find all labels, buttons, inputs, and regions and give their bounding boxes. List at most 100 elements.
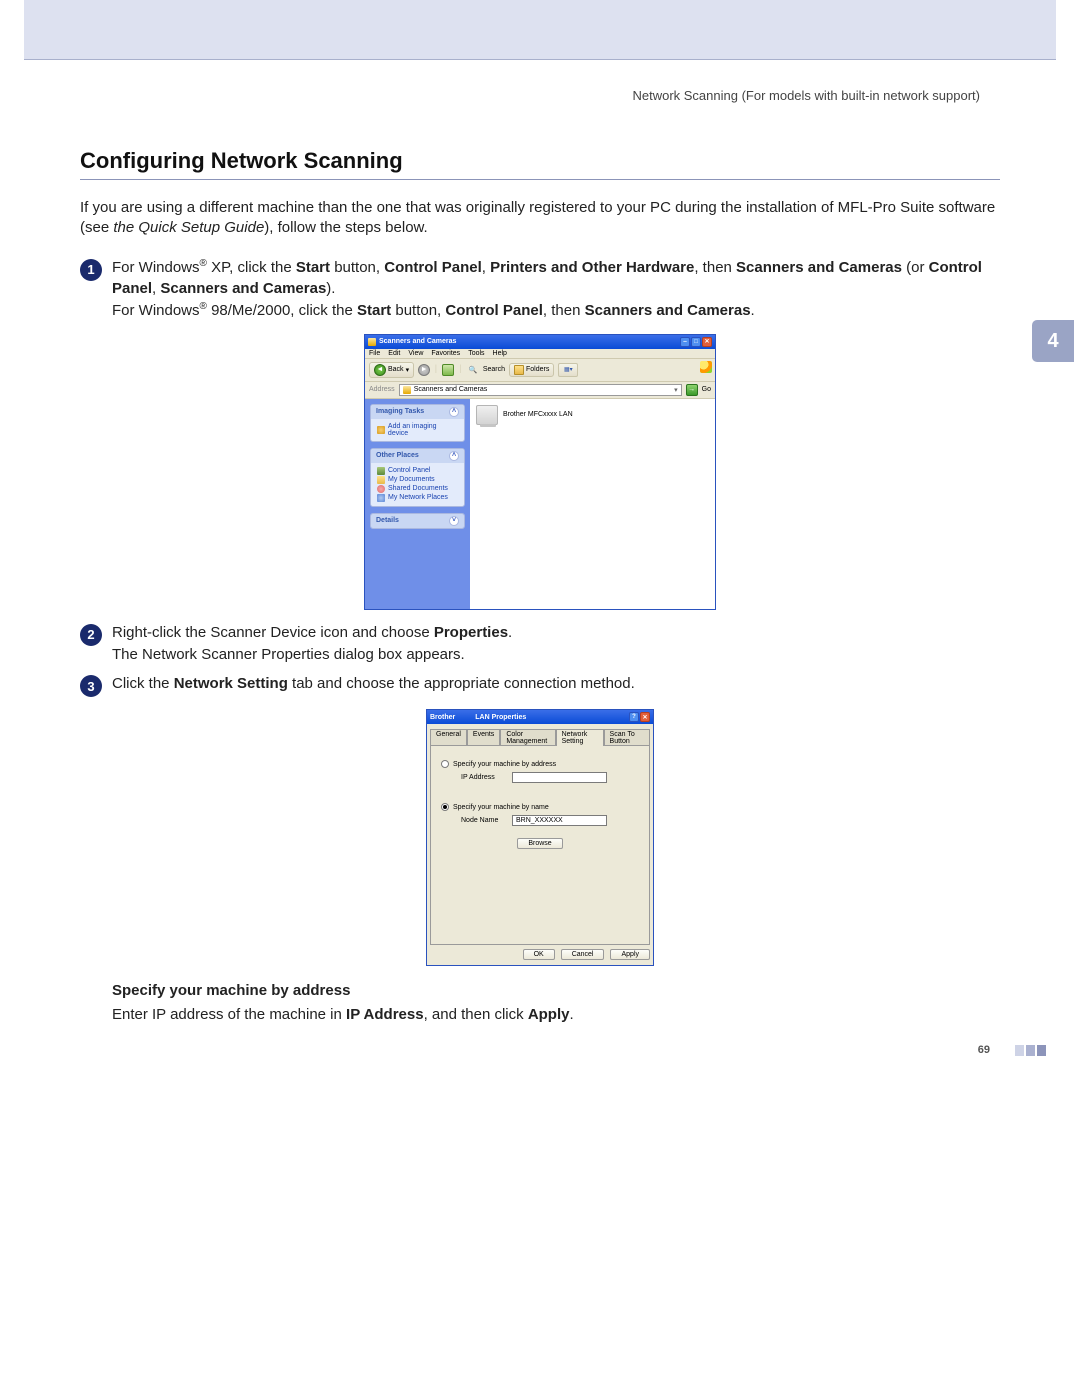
text: . — [569, 1006, 573, 1023]
menu-tools[interactable]: Tools — [468, 350, 484, 357]
bold: Scanners and Cameras — [736, 259, 902, 276]
ip-address-label: IP Address — [461, 774, 506, 781]
registered-symbol: ® — [200, 258, 207, 269]
back-dropdown-icon: ▾ — [406, 366, 410, 374]
menu-help[interactable]: Help — [493, 350, 507, 357]
address-label: Address — [369, 386, 395, 393]
subsection-specify-address: Specify your machine by address Enter IP… — [112, 980, 1000, 1026]
tab-general[interactable]: General — [430, 729, 467, 746]
bold: Apply — [528, 1006, 570, 1023]
radio-by-name[interactable]: Specify your machine by name — [441, 803, 639, 811]
top-header-bar — [24, 0, 1056, 60]
folder-icon — [514, 365, 524, 375]
folders-button[interactable]: Folders — [509, 363, 554, 377]
text: (or — [902, 259, 929, 276]
control-panel-link[interactable]: Control Panel — [377, 467, 458, 475]
subsection-title: Specify your machine by address — [112, 980, 1000, 1002]
text: tab and choose the appropriate connectio… — [288, 675, 635, 692]
text: For Windows — [112, 259, 200, 276]
address-dropdown-icon[interactable]: ▾ — [674, 386, 678, 394]
text: . — [751, 302, 755, 319]
radio-label: Specify your machine by address — [453, 761, 556, 768]
step-1-body: For Windows® XP, click the Start button,… — [112, 257, 1000, 322]
radio-icon — [441, 803, 449, 811]
cancel-button[interactable]: Cancel — [561, 949, 605, 960]
control-panel-icon — [377, 467, 385, 475]
window-titlebar[interactable]: Scanners and Cameras ‒ □ ✕ — [365, 335, 715, 349]
bold: IP Address — [346, 1006, 424, 1023]
tab-scan-to-button[interactable]: Scan To Button — [604, 729, 650, 746]
tab-color-management[interactable]: Color Management — [500, 729, 555, 746]
scanners-cameras-window: Scanners and Cameras ‒ □ ✕ File Edit Vie… — [364, 334, 716, 610]
footer-decoration — [1015, 1045, 1046, 1056]
views-button[interactable]: ▦▾ — [558, 363, 578, 377]
back-button[interactable]: ◄ Back ▾ — [369, 362, 414, 378]
shared-folder-icon — [377, 485, 385, 493]
minimize-button[interactable]: ‒ — [680, 337, 690, 347]
help-button[interactable]: ? — [629, 712, 639, 722]
text: button, — [391, 302, 445, 319]
text: For Windows — [112, 302, 200, 319]
node-name-input[interactable]: BRN_XXXXXX — [512, 815, 607, 826]
link-label: Shared Documents — [388, 485, 448, 492]
intro-text-2: ), follow the steps below. — [264, 219, 427, 236]
step-1: 1 For Windows® XP, click the Start butto… — [80, 257, 1000, 322]
search-button[interactable]: Search — [483, 366, 505, 373]
text: , — [482, 259, 490, 276]
ok-button[interactable]: OK — [523, 949, 555, 960]
text: Enter IP address of the machine in — [112, 1006, 346, 1023]
toolbar-separator: │ — [458, 366, 462, 373]
text: , then — [543, 302, 585, 319]
collapse-icon[interactable]: ˄ — [449, 451, 459, 461]
bold: Start — [296, 259, 330, 276]
go-label: Go — [702, 386, 711, 393]
back-label: Back — [388, 366, 404, 373]
up-folder-button[interactable] — [442, 364, 454, 376]
radio-icon — [441, 760, 449, 768]
section-title: Configuring Network Scanning — [80, 148, 1000, 180]
close-button[interactable]: ✕ — [702, 337, 712, 347]
radio-by-address[interactable]: Specify your machine by address — [441, 760, 639, 768]
browse-button[interactable]: Browse — [517, 838, 562, 849]
tab-events[interactable]: Events — [467, 729, 500, 746]
text: The Network Scanner Properties dialog bo… — [112, 646, 465, 663]
other-places-panel: Other Places ˄ Control Panel My Document… — [370, 448, 465, 507]
network-places-link[interactable]: My Network Places — [377, 494, 458, 502]
bold: Control Panel — [445, 302, 543, 319]
apply-button[interactable]: Apply — [610, 949, 650, 960]
windows-logo-icon — [700, 361, 712, 373]
dialog-title: LAN Properties — [475, 714, 526, 721]
forward-button[interactable]: ► — [418, 364, 430, 376]
menu-favorites[interactable]: Favorites — [431, 350, 460, 357]
shared-documents-link[interactable]: Shared Documents — [377, 485, 458, 493]
registered-symbol: ® — [200, 301, 207, 312]
text: . — [508, 624, 512, 641]
scanner-device-item[interactable]: Brother MFCxxxx LAN — [476, 405, 606, 425]
link-label: My Documents — [388, 476, 435, 483]
window-icon — [368, 338, 376, 346]
brand-label: Brother — [430, 714, 455, 721]
link-label: My Network Places — [388, 494, 448, 501]
dialog-titlebar[interactable]: Brother LAN Properties ? ✕ — [427, 710, 653, 724]
menu-edit[interactable]: Edit — [388, 350, 400, 357]
close-button[interactable]: ✕ — [640, 712, 650, 722]
tab-network-setting[interactable]: Network Setting — [556, 729, 604, 746]
bold: Printers and Other Hardware — [490, 259, 694, 276]
add-imaging-device-link[interactable]: Add an imaging device — [377, 423, 458, 437]
text: 98/Me/2000, click the — [207, 302, 357, 319]
chapter-header-text: Network Scanning (For models with built-… — [0, 88, 980, 103]
ip-address-input[interactable] — [512, 772, 607, 783]
scanner-icon — [476, 405, 498, 425]
expand-icon[interactable]: ˅ — [449, 516, 459, 526]
my-documents-link[interactable]: My Documents — [377, 476, 458, 484]
tab-bar: General Events Color Management Network … — [430, 728, 650, 745]
address-field[interactable]: Scanners and Cameras ▾ — [399, 384, 682, 396]
menu-view[interactable]: View — [408, 350, 423, 357]
device-label: Brother MFCxxxx LAN — [503, 411, 573, 418]
collapse-icon[interactable]: ˄ — [449, 407, 459, 417]
intro-paragraph: If you are using a different machine tha… — [80, 198, 1000, 239]
maximize-button[interactable]: □ — [691, 337, 701, 347]
go-button[interactable]: → — [686, 384, 698, 396]
link-label: Add an imaging device — [388, 423, 458, 437]
menu-file[interactable]: File — [369, 350, 380, 357]
